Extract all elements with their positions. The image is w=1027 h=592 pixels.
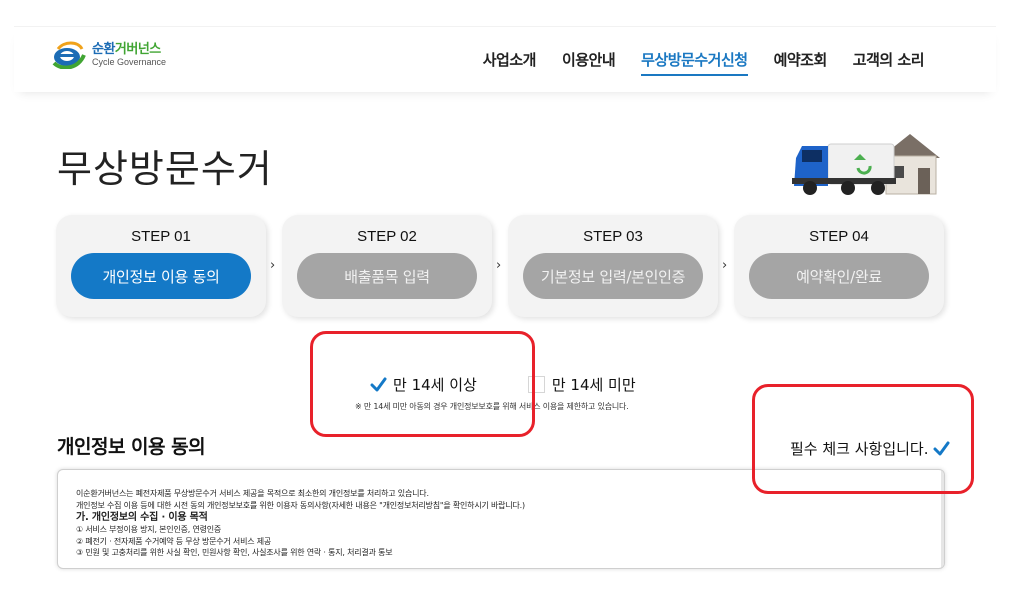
step-3-label: STEP 03	[583, 228, 643, 245]
step-1-label: STEP 01	[131, 228, 191, 245]
nav-reservation-lookup[interactable]: 예약조회	[774, 49, 828, 76]
step-1-button[interactable]: 개인정보 이용 동의	[71, 253, 251, 299]
under-14-label[interactable]: 만 14세 미만	[552, 374, 636, 395]
step-2-label: STEP 02	[357, 228, 417, 245]
terms-item: ① 서비스 부정이용 방지, 본인인증, 연령인증	[76, 525, 222, 534]
nav-business-intro[interactable]: 사업소개	[483, 49, 537, 76]
step-arrow-icon: ›	[722, 258, 728, 273]
logo-e-icon	[52, 41, 86, 70]
terms-subheading: 가. 개인정보의 수집 · 이용 목적	[76, 512, 208, 523]
step-2-card: STEP 02 배출품목 입력	[282, 215, 492, 317]
terms-item: ③ 민원 및 고충처리를 위한 사실 확인, 민원사항 확인, 사실조사를 위한…	[76, 548, 393, 557]
step-arrow-icon: ›	[496, 258, 502, 273]
nav-usage-guide[interactable]: 이용안내	[562, 49, 616, 76]
nav-free-pickup-request[interactable]: 무상방문수거신청	[641, 49, 748, 76]
main-nav: 사업소개 이용안내 무상방문수거신청 예약조회 고객의 소리	[483, 49, 925, 76]
site-logo[interactable]: 순환거버넌스 Cycle Governance	[52, 41, 167, 70]
page-title: 무상방문수거	[57, 147, 273, 191]
step-1-card: STEP 01 개인정보 이용 동의	[56, 215, 266, 317]
consent-section-title: 개인정보 이용 동의	[57, 436, 206, 458]
highlight-required-box	[752, 384, 974, 494]
step-4-button[interactable]: 예약확인/완료	[749, 253, 929, 299]
truck-house-illustration	[788, 128, 948, 200]
step-4-card: STEP 04 예약확인/완료	[734, 215, 944, 317]
step-4-label: STEP 04	[809, 228, 869, 245]
terms-paragraph: 개인정보 수집 이용 등에 대한 시전 동의 개인정보보호를 위한 이용자 동의…	[76, 500, 525, 510]
step-3-card: STEP 03 기본정보 입력/본인인증	[508, 215, 718, 317]
logo-title: 순환거버넌스	[92, 42, 161, 57]
nav-customer-voice[interactable]: 고객의 소리	[853, 49, 925, 76]
logo-subtitle: Cycle Governance	[92, 57, 167, 67]
highlight-age-box	[310, 331, 535, 437]
site-header: 순환거버넌스 Cycle Governance 사업소개 이용안내 무상방문수거…	[14, 26, 996, 92]
step-3-button[interactable]: 기본정보 입력/본인인증	[523, 253, 703, 299]
step-2-button[interactable]: 배출품목 입력	[297, 253, 477, 299]
step-arrow-icon: ›	[270, 258, 276, 273]
terms-item: ② 폐전기 · 전자제품 수거예약 등 무상 방문수거 서비스 제공	[76, 536, 272, 546]
